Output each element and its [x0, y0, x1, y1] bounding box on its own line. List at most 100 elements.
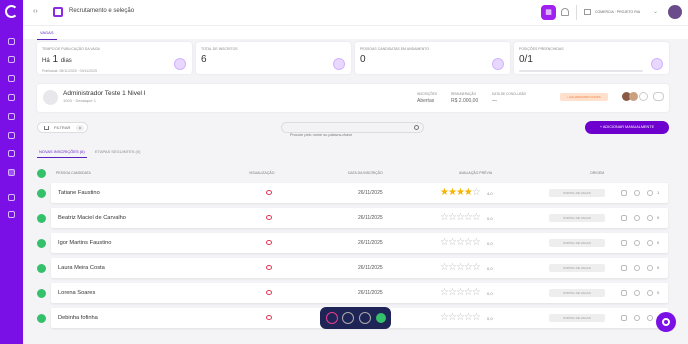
more-icon[interactable]: [653, 92, 664, 101]
dashboard-icon[interactable]: [8, 38, 15, 45]
whatsapp-icon[interactable]: [634, 290, 640, 296]
candidate-name[interactable]: Igor Martins Faustino: [58, 240, 111, 246]
candidate-name[interactable]: Tatiane Faustino: [58, 190, 100, 196]
document-icon[interactable]: [621, 190, 627, 196]
star-icon[interactable]: ☆: [440, 237, 449, 248]
whatsapp-icon[interactable]: [634, 215, 640, 221]
table-row[interactable]: Beatriz Maciel de Carvalho 26/11/2025 ☆☆…: [51, 208, 668, 228]
search-icon[interactable]: [414, 125, 419, 130]
people-icon[interactable]: [8, 113, 15, 120]
help-icon[interactable]: [8, 194, 15, 201]
row-checkbox[interactable]: [37, 214, 46, 223]
calendar-icon[interactable]: [8, 150, 15, 157]
chat-button[interactable]: [656, 312, 676, 332]
table-row[interactable]: Lorena Soares 26/11/2025 ☆☆☆☆☆ 0,0 PORTA…: [51, 283, 668, 303]
row-checkbox[interactable]: [37, 239, 46, 248]
star-icon[interactable]: ☆: [440, 312, 449, 323]
star-icon[interactable]: ☆: [472, 212, 481, 223]
star-icon[interactable]: ☆: [448, 237, 457, 248]
star-icon[interactable]: ☆: [472, 237, 481, 248]
star-icon[interactable]: ★: [456, 187, 465, 198]
bell-icon[interactable]: [561, 8, 569, 16]
star-icon[interactable]: ☆: [456, 212, 465, 223]
whatsapp-icon[interactable]: [634, 315, 640, 321]
whatsapp-icon[interactable]: [634, 265, 640, 271]
move-icon[interactable]: [342, 312, 354, 324]
star-icon[interactable]: ☆: [440, 262, 449, 273]
table-row[interactable]: Laura Meira Costa 26/11/2025 ☆☆☆☆☆ 0,0 P…: [51, 258, 668, 278]
star-rating[interactable]: ☆☆☆☆☆: [440, 312, 481, 323]
tab-next-stages[interactable]: ETAPAS SEGUINTES (0): [95, 149, 140, 154]
star-icon[interactable]: ★: [440, 187, 449, 198]
email-icon[interactable]: [359, 312, 371, 324]
star-icon[interactable]: ☆: [456, 312, 465, 323]
comment-icon[interactable]: [647, 240, 653, 246]
search-input[interactable]: [282, 130, 407, 140]
star-icon[interactable]: ☆: [448, 212, 457, 223]
candidate-name[interactable]: Lorena Soares: [58, 290, 95, 296]
info-icon[interactable]: [639, 92, 648, 101]
row-checkbox[interactable]: [37, 289, 46, 298]
organization-name[interactable]: COMERCIA · PROJETO RIA: [595, 10, 640, 14]
search-box[interactable]: [281, 122, 424, 140]
whatsapp-icon[interactable]: [634, 190, 640, 196]
candidate-name[interactable]: Debinha fofinha: [58, 315, 98, 321]
comment-icon[interactable]: [647, 290, 653, 296]
star-icon[interactable]: ☆: [464, 312, 473, 323]
comment-icon[interactable]: [647, 265, 653, 271]
star-icon[interactable]: ☆: [472, 187, 481, 198]
star-icon[interactable]: ☆: [472, 312, 481, 323]
candidate-name[interactable]: Beatriz Maciel de Carvalho: [58, 215, 126, 221]
star-icon[interactable]: ☆: [464, 287, 473, 298]
table-row[interactable]: Tatiane Faustino 26/11/2025 ★★★★☆ 4,0 PO…: [51, 183, 668, 203]
status-icon[interactable]: [376, 313, 386, 323]
document-icon[interactable]: [621, 315, 627, 321]
star-rating[interactable]: ☆☆☆☆☆: [440, 237, 481, 248]
star-icon[interactable]: ★: [464, 187, 473, 198]
comment-icon[interactable]: [647, 215, 653, 221]
bulb-icon[interactable]: [8, 132, 15, 139]
row-checkbox[interactable]: [37, 264, 46, 273]
star-icon[interactable]: ☆: [448, 312, 457, 323]
add-manually-button[interactable]: + ADICIONAR MANUALMENTE: [585, 121, 669, 134]
star-icon[interactable]: ☆: [456, 237, 465, 248]
document-icon[interactable]: [621, 290, 627, 296]
whatsapp-icon[interactable]: [634, 240, 640, 246]
star-icon[interactable]: ☆: [464, 262, 473, 273]
user-icon[interactable]: [8, 56, 15, 63]
star-rating[interactable]: ☆☆☆☆☆: [440, 287, 481, 298]
row-checkbox[interactable]: [37, 314, 46, 323]
row-checkbox[interactable]: [37, 189, 46, 198]
star-icon[interactable]: ☆: [464, 237, 473, 248]
avatar[interactable]: [668, 5, 682, 19]
filter-button[interactable]: FILTRAR 0: [37, 122, 88, 133]
select-all-checkbox[interactable]: [37, 169, 46, 178]
star-icon[interactable]: ☆: [472, 287, 481, 298]
star-icon[interactable]: ☆: [448, 287, 457, 298]
star-icon[interactable]: ☆: [448, 262, 457, 273]
recruitment-icon[interactable]: [8, 169, 15, 176]
comment-icon[interactable]: [647, 190, 653, 196]
chevron-down-icon[interactable]: ⌄: [653, 8, 658, 15]
comment-icon[interactable]: [647, 315, 653, 321]
table-row[interactable]: Igor Martins Faustino 26/11/2025 ☆☆☆☆☆ 0…: [51, 233, 668, 253]
star-icon[interactable]: ☆: [472, 262, 481, 273]
rocket-icon[interactable]: [8, 94, 15, 101]
star-icon[interactable]: ☆: [440, 212, 449, 223]
star-icon[interactable]: ☆: [440, 287, 449, 298]
star-rating[interactable]: ★★★★☆: [440, 187, 481, 198]
star-icon[interactable]: ☆: [456, 287, 465, 298]
collapse-icon[interactable]: ‹›: [33, 8, 38, 15]
document-icon[interactable]: [621, 265, 627, 271]
star-icon[interactable]: ☆: [464, 212, 473, 223]
star-rating[interactable]: ☆☆☆☆☆: [440, 262, 481, 273]
star-icon[interactable]: ☆: [456, 262, 465, 273]
tab-vagas[interactable]: VAGAS: [37, 28, 57, 40]
briefcase-icon[interactable]: [8, 75, 15, 82]
tab-new-applications[interactable]: NOVAS INSCRIÇÕES (6): [37, 149, 87, 158]
settings-icon[interactable]: [8, 211, 15, 218]
document-icon[interactable]: [621, 215, 627, 221]
candidate-name[interactable]: Laura Meira Costa: [58, 265, 105, 271]
document-icon[interactable]: [621, 240, 627, 246]
star-icon[interactable]: ★: [448, 187, 457, 198]
